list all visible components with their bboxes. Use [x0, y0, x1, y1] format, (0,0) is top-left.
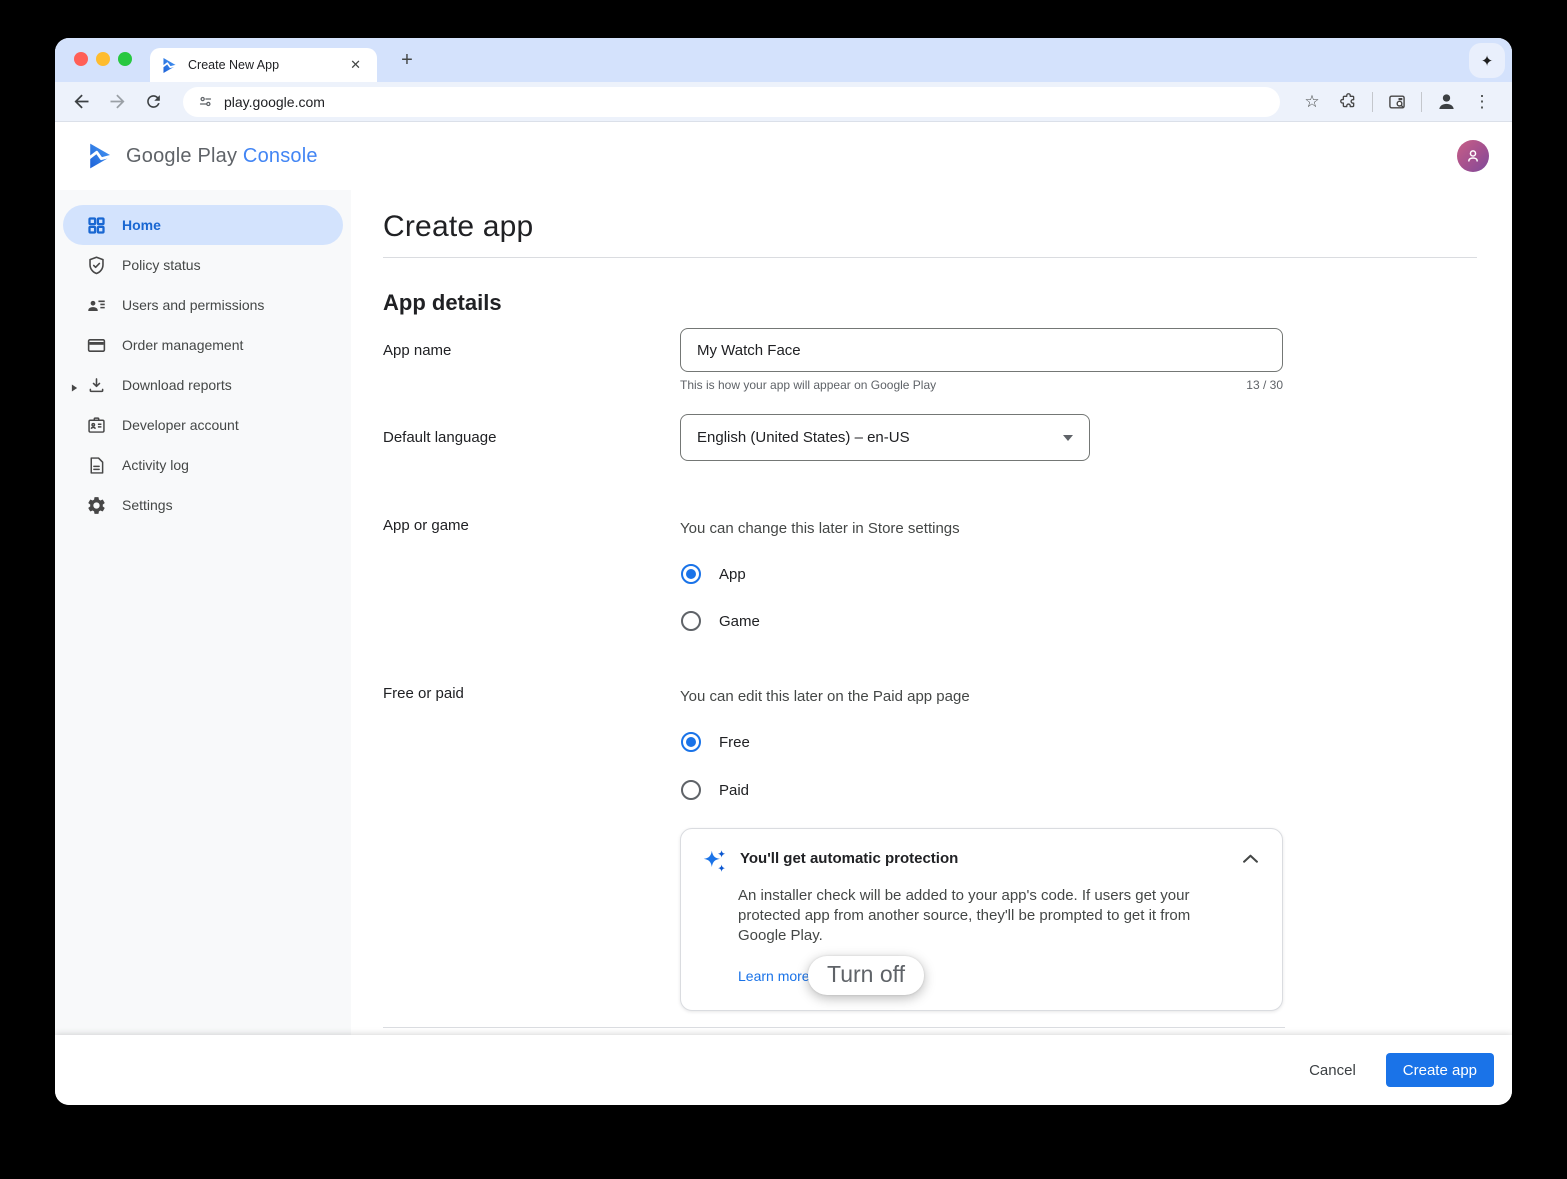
sidebar-item-users-permissions[interactable]: Users and permissions — [63, 285, 343, 325]
sidebar-item-label: Developer account — [122, 417, 239, 433]
default-language-value: English (United States) – en-US — [697, 429, 910, 446]
learn-more-link[interactable]: Learn more — [738, 968, 810, 984]
protection-card-body: An installer check will be added to your… — [738, 886, 1206, 946]
bookmark-star-icon[interactable]: ☆ — [1299, 89, 1325, 115]
sparkle-icon[interactable]: ✦ — [1469, 43, 1505, 78]
browser-tab[interactable]: Create New App ✕ — [150, 48, 377, 82]
section-title: App details — [383, 288, 1477, 318]
google-play-icon — [162, 57, 178, 74]
chevron-down-icon — [1063, 435, 1073, 441]
new-tab-button[interactable]: + — [393, 46, 421, 74]
console-logo-text: Google Play Console — [126, 145, 318, 168]
address-bar[interactable]: play.google.com — [183, 87, 1280, 117]
app-or-game-note: You can change this later in Store setti… — [680, 517, 1477, 541]
sidebar-item-settings[interactable]: Settings — [63, 485, 343, 525]
sidebar-item-label: Settings — [122, 497, 173, 513]
app-name-counter: 13 / 30 — [1246, 378, 1283, 392]
radio-selected-icon[interactable] — [681, 732, 701, 752]
page-title: Create app — [383, 207, 1477, 247]
browser-toolbar: play.google.com ☆ ⋮ — [55, 82, 1512, 122]
maximize-window-button[interactable] — [118, 52, 132, 66]
sidebar-item-label: Activity log — [122, 457, 189, 473]
gear-icon — [84, 493, 108, 517]
close-window-button[interactable] — [74, 52, 88, 66]
browser-menu-icon[interactable]: ⋮ — [1469, 89, 1495, 115]
badge-icon — [84, 413, 108, 437]
section-divider — [383, 1027, 1285, 1028]
app-or-game-label: App or game — [383, 517, 680, 631]
shield-check-icon — [84, 253, 108, 277]
download-icon — [84, 373, 108, 397]
forward-button[interactable] — [103, 88, 131, 116]
window-controls — [74, 52, 132, 66]
default-language-row: Default language English (United States)… — [383, 414, 1477, 461]
sidebar-item-label: Policy status — [122, 257, 201, 273]
credit-card-icon — [84, 333, 108, 357]
free-or-paid-row: Free or paid You can edit this later on … — [383, 685, 1477, 1028]
tab-title: Create New App — [188, 58, 346, 72]
default-language-select[interactable]: English (United States) – en-US — [680, 414, 1090, 461]
radio-option-game[interactable]: Game — [680, 611, 1477, 631]
sidebar-item-label: Download reports — [122, 377, 232, 393]
minimize-window-button[interactable] — [96, 52, 110, 66]
protection-card-title: You'll get automatic protection — [740, 848, 1243, 867]
sidebar-item-label: Users and permissions — [122, 297, 264, 313]
radio-unselected-icon[interactable] — [681, 611, 701, 631]
toolbar-separator — [1372, 92, 1373, 112]
title-divider — [383, 257, 1477, 258]
google-play-logo-icon — [88, 142, 114, 170]
create-app-button[interactable]: Create app — [1386, 1053, 1494, 1087]
radio-unselected-icon[interactable] — [681, 780, 701, 800]
free-or-paid-label: Free or paid — [383, 685, 680, 1028]
sidebar-item-label: Order management — [122, 337, 243, 353]
chevron-up-icon[interactable] — [1243, 854, 1258, 863]
app-name-label: App name — [383, 328, 680, 392]
main-content: Create app App details App name This is … — [351, 190, 1512, 1035]
app-or-game-row: App or game You can change this later in… — [383, 517, 1477, 631]
sidebar-item-activity-log[interactable]: Activity log — [63, 445, 343, 485]
app-name-row: App name This is how your app will appea… — [383, 328, 1477, 392]
search-tab-panel-icon[interactable] — [1384, 89, 1410, 115]
radio-option-free[interactable]: Free — [680, 732, 1477, 752]
sidebar-item-developer-account[interactable]: Developer account — [63, 405, 343, 445]
default-language-label: Default language — [383, 414, 680, 461]
browser-window: Create New App ✕ + ✦ play.google.com ☆ — [55, 38, 1512, 1105]
footer-action-bar: Cancel Create app — [55, 1035, 1512, 1105]
grid-icon — [84, 213, 108, 237]
back-button[interactable] — [67, 88, 95, 116]
document-icon — [84, 453, 108, 477]
sidebar-item-home[interactable]: Home — [63, 205, 343, 245]
radio-selected-icon[interactable] — [681, 564, 701, 584]
sparkle-stars-icon — [701, 848, 727, 874]
sidebar-item-order-management[interactable]: Order management — [63, 325, 343, 365]
account-avatar[interactable] — [1457, 140, 1489, 172]
expand-caret-icon[interactable] — [71, 380, 78, 396]
app-name-helper: This is how your app will appear on Goog… — [680, 378, 936, 392]
extensions-icon[interactable] — [1335, 89, 1361, 115]
automatic-protection-card: You'll get automatic protection An insta… — [680, 828, 1283, 1011]
url-text: play.google.com — [224, 94, 325, 110]
sidebar-nav: Home Policy status — [55, 190, 351, 1035]
cancel-button[interactable]: Cancel — [1309, 1062, 1356, 1079]
sidebar-item-label: Home — [122, 217, 161, 233]
close-tab-icon[interactable]: ✕ — [346, 55, 365, 75]
radio-option-app[interactable]: App — [680, 564, 1477, 584]
site-settings-icon[interactable] — [197, 93, 214, 110]
turn-off-button[interactable]: Turn off — [808, 956, 924, 995]
users-icon — [84, 293, 108, 317]
browser-profile-icon[interactable] — [1433, 89, 1459, 115]
toolbar-separator — [1421, 92, 1422, 112]
sidebar-item-download-reports[interactable]: Download reports — [63, 365, 343, 405]
free-or-paid-note: You can edit this later on the Paid app … — [680, 685, 1477, 709]
radio-option-paid[interactable]: Paid — [680, 780, 1477, 800]
sidebar-item-policy-status[interactable]: Policy status — [63, 245, 343, 285]
console-header: Google Play Console — [55, 122, 1512, 190]
app-name-input[interactable] — [680, 328, 1283, 372]
tab-strip: Create New App ✕ + ✦ — [55, 38, 1512, 82]
reload-button[interactable] — [139, 88, 167, 116]
